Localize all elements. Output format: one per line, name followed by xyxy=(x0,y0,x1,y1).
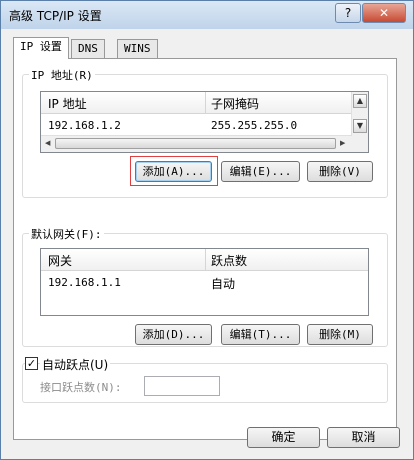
dialog-window: 高级 TCP/IP 设置 ? ✕ IP 设置 DNS WINS IP 地址(R)… xyxy=(0,0,414,460)
ip-list-header: IP 地址 子网掩码 xyxy=(41,92,368,114)
edit-ip-button[interactable]: 编辑(E)... xyxy=(221,161,300,182)
ip-address-list[interactable]: IP 地址 子网掩码 192.168.1.2 255.255.255.0 ▲ ▼… xyxy=(40,91,369,153)
edit-gateway-button[interactable]: 编辑(T)... xyxy=(221,324,300,345)
add-ip-button[interactable]: 添加(A)... xyxy=(135,161,212,182)
ip-row-mask[interactable]: 255.255.255.0 xyxy=(211,119,297,132)
delete-ip-button[interactable]: 删除(V) xyxy=(307,161,373,182)
dialog-content: IP 设置 DNS WINS IP 地址(R) IP 地址 子网掩码 192.1… xyxy=(7,29,407,455)
add-gateway-button[interactable]: 添加(D)... xyxy=(135,324,212,345)
auto-metric-label[interactable]: 自动跃点(U) xyxy=(40,356,111,373)
ok-button[interactable]: 确定 xyxy=(247,427,320,448)
column-separator xyxy=(205,92,206,113)
gateway-list[interactable]: 网关 跃点数 192.168.1.1 自动 xyxy=(40,248,369,316)
title-bar[interactable]: 高级 TCP/IP 设置 ? ✕ xyxy=(1,1,413,29)
tab-wins[interactable]: WINS xyxy=(117,39,158,58)
interface-metric-input[interactable] xyxy=(144,376,220,396)
scroll-left-icon[interactable]: ◀ xyxy=(45,139,50,147)
ip-address-group-label: IP 地址(R) xyxy=(29,67,95,83)
tab-panel-ip-settings: IP 地址(R) IP 地址 子网掩码 192.168.1.2 255.255.… xyxy=(13,58,397,440)
interface-metric-label: 接口跃点数(N): xyxy=(40,381,122,394)
scroll-up-icon[interactable]: ▲ xyxy=(353,94,367,108)
delete-gateway-button[interactable]: 删除(M) xyxy=(307,324,373,345)
gateway-list-header: 网关 跃点数 xyxy=(41,249,368,271)
column-separator xyxy=(205,249,206,270)
gateway-row-metric[interactable]: 自动 xyxy=(211,275,235,292)
gateway-group-label: 默认网关(F): xyxy=(29,226,104,242)
help-button[interactable]: ? xyxy=(335,3,361,23)
column-metric[interactable]: 跃点数 xyxy=(211,252,247,269)
tab-ip-settings[interactable]: IP 设置 xyxy=(13,37,69,59)
column-subnet-mask[interactable]: 子网掩码 xyxy=(211,95,259,112)
metric-group: ✓ 自动跃点(U) 接口跃点数(N): xyxy=(22,356,388,403)
ip-list-horizontal-scrollbar[interactable]: ◀ ▶ xyxy=(41,135,352,152)
ip-row-address[interactable]: 192.168.1.2 xyxy=(48,119,121,132)
gateway-row-address[interactable]: 192.168.1.1 xyxy=(48,276,121,289)
scroll-right-icon[interactable]: ▶ xyxy=(340,139,345,147)
ip-address-group: IP 地址(R) IP 地址 子网掩码 192.168.1.2 255.255.… xyxy=(22,67,388,198)
column-ip-address[interactable]: IP 地址 xyxy=(48,95,87,112)
close-button[interactable]: ✕ xyxy=(362,3,406,23)
ip-list-vertical-scrollbar[interactable]: ▲ ▼ xyxy=(351,92,368,152)
cancel-button[interactable]: 取消 xyxy=(327,427,400,448)
window-title: 高级 TCP/IP 设置 xyxy=(9,9,102,23)
gateway-group: 默认网关(F): 网关 跃点数 192.168.1.1 自动 添加(D)... … xyxy=(22,226,388,347)
horizontal-scroll-thumb[interactable] xyxy=(55,138,336,149)
tab-dns[interactable]: DNS xyxy=(71,39,105,58)
auto-metric-checkbox[interactable]: ✓ xyxy=(25,357,38,370)
scroll-down-icon[interactable]: ▼ xyxy=(353,119,367,133)
column-gateway[interactable]: 网关 xyxy=(48,252,72,269)
